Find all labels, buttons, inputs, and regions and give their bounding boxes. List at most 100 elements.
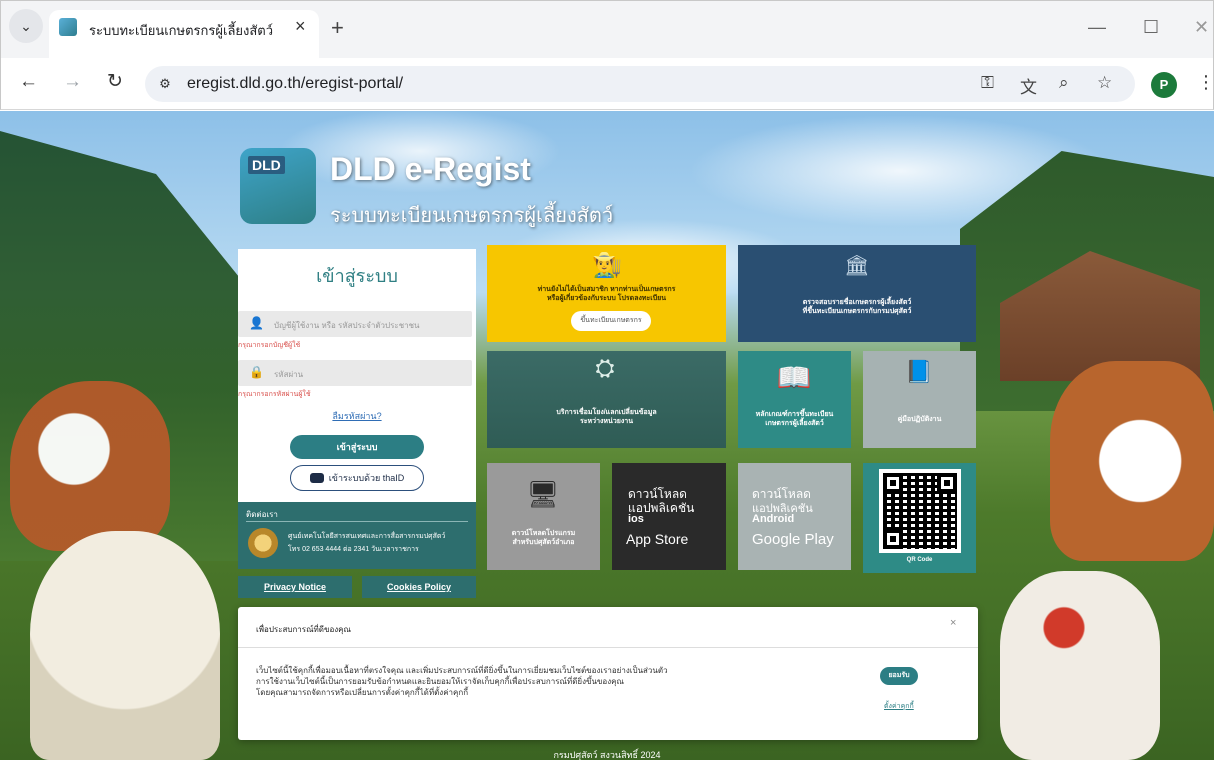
background-ram: [30, 531, 220, 760]
tile-user-manual[interactable]: 📘 คู่มือปฏิบัติงาน: [863, 351, 976, 448]
site-subtitle: ระบบทะเบียนเกษตรกรผู้เลี้ยงสัตว์: [330, 205, 614, 227]
tile-registration-criteria[interactable]: 📖 หลักเกณฑ์การขึ้นทะเบียน เกษตรกรผู้เลี้…: [738, 351, 851, 448]
bookmark-star-icon[interactable]: ☆: [1097, 73, 1112, 93]
check-line2: ที่ขึ้นทะเบียนเกษตรกรกับกรมปศุสัตว์: [802, 308, 912, 315]
criteria-line2: เกษตรกรผู้เลี้ยงสัตว์: [765, 420, 824, 427]
key-icon[interactable]: ⚿: [981, 73, 994, 93]
username-error: กรุณากรอกบัญชีผู้ใช้: [238, 342, 301, 349]
browser-toolbar: ← → ↻ ⚙ eregist.dld.go.th/eregist-portal…: [0, 58, 1214, 110]
translate-icon[interactable]: 文: [1020, 73, 1037, 98]
site-info-icon[interactable]: ⚙: [155, 74, 175, 94]
network-icon: ⛭: [595, 355, 615, 382]
thaid-label: เข้าระบบด้วย thaID: [328, 473, 405, 483]
password-placeholder: รหัสผ่าน: [274, 370, 304, 379]
tile-download-program[interactable]: 🖥 ดาวน์โหลดโปรแกรม สำหรับปศุสัตว์อำเภอ: [487, 463, 600, 570]
login-title: เข้าสู่ระบบ: [316, 266, 398, 286]
cookie-divider: [238, 647, 978, 648]
reload-icon[interactable]: ↻: [107, 72, 123, 92]
tile-register-farmer[interactable]: 👨‍🌾 ท่านยังไม่ได้เป็นสมาชิก หากท่านเป็นเ…: [487, 245, 726, 342]
tile-download-android[interactable]: ดาวน์โหลด แอปพลิเคชัน Android Google Pla…: [738, 463, 851, 570]
contact-phone: โทร 02 653 4444 ต่อ 2341 วันเวลาราชการ: [288, 546, 419, 553]
window-close-icon[interactable]: ✕: [1194, 17, 1209, 38]
cookie-text-line: การใช้งานเว็บไซต์นี้เป็นการยอมรับข้อกำหน…: [256, 677, 624, 686]
check-line1: ตรวจสอบรายชื่อเกษตรกรผู้เลี้ยงสัตว์: [802, 299, 912, 306]
cookie-banner: เพื่อประสบการณ์ที่ดีของคุณ × เว็บไซต์นี้…: [238, 607, 978, 740]
background-rooster: [1000, 571, 1160, 760]
tab-title: ระบบทะเบียนเกษตรกรผู้เลี้ยงสัตว์: [89, 23, 274, 38]
privacy-notice-button[interactable]: Privacy Notice: [238, 576, 352, 598]
footer-copyright: กรมปศุสัตว์ สงวนสิทธิ์ 2024: [553, 750, 661, 760]
maximize-icon[interactable]: ☐: [1143, 17, 1159, 38]
register-line1: ท่านยังไม่ได้เป็นสมาชิก หากท่านเป็นเกษตร…: [537, 286, 676, 293]
profile-avatar[interactable]: P: [1151, 72, 1177, 98]
exchange-line1: บริการเชื่อมโยง/แลกเปลี่ยนข้อมูล: [556, 409, 657, 416]
farmer-icon: 👨‍🌾: [592, 252, 622, 279]
qr-finder: [937, 473, 957, 493]
cookie-text-line: โดยคุณสามารถจัดการหรือเปลี่ยนการตั้งค่าค…: [256, 688, 469, 697]
qr-finder: [883, 473, 903, 493]
tab-list-button[interactable]: ⌄: [9, 9, 43, 43]
manual-book-icon: 📘: [905, 359, 933, 384]
new-tab-icon[interactable]: +: [331, 17, 344, 39]
contact-divider: [246, 521, 468, 522]
android-line3: Android: [752, 513, 795, 525]
qr-finder: [883, 529, 903, 549]
tile-download-ios[interactable]: ดาวน์โหลด แอปพลิเคชัน ios App Store: [612, 463, 726, 570]
qr-code-icon: [879, 469, 961, 553]
address-bar[interactable]: ⚙ eregist.dld.go.th/eregist-portal/ ⚿ 文 …: [145, 66, 1135, 102]
cookie-settings-link[interactable]: ตั้งค่าคุกกี้: [884, 701, 914, 712]
tile-check-farmer-list[interactable]: 🏛 ตรวจสอบรายชื่อเกษตรกรผู้เลี้ยงสัตว์ ที…: [738, 245, 976, 342]
ios-line3: ios: [628, 513, 644, 525]
cookie-title: เพื่อประสบการณ์ที่ดีของคุณ: [256, 625, 351, 634]
kebab-menu-icon[interactable]: ⋮: [1197, 72, 1214, 93]
tile-qr-code[interactable]: QR Code: [863, 463, 976, 573]
criteria-line1: หลักเกณฑ์การขึ้นทะเบียน: [755, 411, 834, 418]
program-line1: ดาวน์โหลดโปรแกรม: [511, 530, 576, 537]
forgot-password-link[interactable]: ลืมรหัสผ่าน?: [238, 409, 476, 423]
back-arrow-icon[interactable]: ←: [19, 72, 38, 92]
cookies-policy-button[interactable]: Cookies Policy: [362, 576, 476, 598]
tile-data-exchange[interactable]: ⛭ บริการเชื่อมโยง/แลกเปลี่ยนข้อมูล ระหว่…: [487, 351, 726, 448]
close-tab-icon[interactable]: ×: [295, 16, 306, 37]
ios-store-label: App Store: [626, 531, 689, 547]
register-line2: หรือผู้เกี่ยวข้องกับระบบ โปรดลงทะเบียน: [546, 295, 667, 302]
thaid-icon: [309, 473, 324, 483]
chevron-down-icon: ⌄: [20, 17, 32, 34]
url-text[interactable]: eregist.dld.go.th/eregist-portal/: [187, 75, 403, 93]
qr-label: QR Code: [906, 557, 933, 563]
cookie-close-icon[interactable]: ×: [950, 617, 956, 629]
password-error: กรุณากรอกรหัสผ่านผู้ใช้: [238, 391, 311, 398]
thaid-login-button[interactable]: เข้าระบบด้วย thaID: [290, 465, 424, 491]
dld-logo: DLD: [240, 148, 316, 224]
android-store-label: Google Play: [752, 531, 834, 548]
register-farmer-button[interactable]: ขึ้นทะเบียนเกษตรกร: [571, 311, 651, 331]
lock-icon: 🔒: [249, 365, 264, 379]
program-line2: สำหรับปศุสัตว์อำเภอ: [512, 539, 575, 546]
password-field[interactable]: 🔒 รหัสผ่าน: [238, 360, 472, 386]
logo-badge-text: DLD: [248, 156, 285, 174]
contact-title: ติดต่อเรา: [246, 510, 278, 519]
cookie-text-line: เว็บไซต์นี้ใช้คุกกี้เพื่อมอบเนื้อหาที่ตร…: [256, 666, 668, 675]
background-cow-right: [1050, 361, 1214, 561]
zoom-icon[interactable]: ⌕: [1059, 73, 1069, 93]
contact-org: ศูนย์เทคโนโลยีสารสนเทศและการสื่อสารกรมปศ…: [288, 533, 446, 540]
site-title: DLD e-Regist: [330, 151, 531, 187]
browser-tab[interactable]: ระบบทะเบียนเกษตรกรผู้เลี้ยงสัตว์ ×: [49, 10, 319, 59]
login-button[interactable]: เข้าสู่ระบบ: [290, 435, 424, 459]
building-icon: 🏛: [844, 255, 870, 277]
forward-arrow-icon[interactable]: →: [63, 72, 82, 92]
browser-tab-bar: ⌄ ระบบทะเบียนเกษตรกรผู้เลี้ยงสัตว์ × + —…: [0, 0, 1214, 59]
login-panel: เข้าสู่ระบบ 👤 บัญชีผู้ใช้งาน หรือ รหัสปร…: [238, 249, 476, 502]
user-icon: 👤: [249, 316, 264, 330]
minimize-icon[interactable]: —: [1088, 17, 1106, 38]
favicon-icon: [59, 18, 77, 36]
contact-panel: ติดต่อเรา ศูนย์เทคโนโลยีสารสนเทศและการสื…: [238, 502, 476, 569]
book-info-icon: 📖: [776, 362, 812, 393]
page-content: DLD DLD e-Regist ระบบทะเบียนเกษตรกรผู้เล…: [0, 111, 1214, 760]
exchange-line2: ระหว่างหน่วยงาน: [580, 418, 633, 425]
cookie-text: เว็บไซต์นี้ใช้คุกกี้เพื่อมอบเนื้อหาที่ตร…: [256, 665, 856, 698]
computer-settings-icon: 🖥: [526, 479, 560, 509]
cookie-accept-button[interactable]: ยอมรับ: [880, 667, 918, 685]
username-placeholder: บัญชีผู้ใช้งาน หรือ รหัสประจำตัวประชาชน: [274, 321, 420, 330]
username-field[interactable]: 👤 บัญชีผู้ใช้งาน หรือ รหัสประจำตัวประชาช…: [238, 311, 472, 337]
